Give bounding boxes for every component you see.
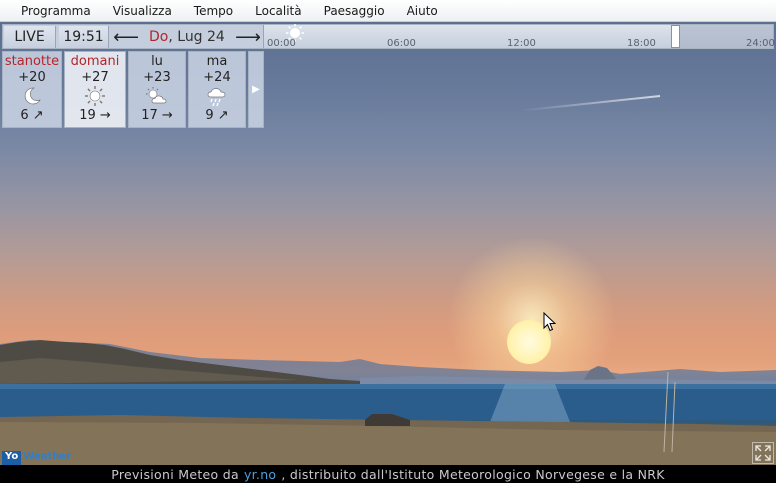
forecast-cell[interactable]: stanotte +20 6 ↗ [2, 51, 62, 128]
tick-label: 18:00 [627, 38, 656, 49]
tick-label: 00:00 [267, 38, 296, 49]
mouse-cursor-icon [543, 312, 557, 332]
moon-icon [3, 85, 61, 107]
forecast-cell[interactable]: lu +23 17 → [128, 51, 186, 128]
forecast-day: ma [206, 54, 228, 69]
slider-handle[interactable] [671, 25, 680, 48]
forecast-wind: 6 ↗ [20, 108, 44, 123]
forecast-wind: 17 → [141, 108, 173, 123]
date-text: , Lug 24 [168, 29, 225, 45]
forecast-temp: +27 [81, 70, 109, 85]
footer: Previsioni Meteo da yr.no , distribuito … [0, 465, 776, 483]
yoweather-logo[interactable]: Yo Weather [2, 451, 73, 465]
forecast-day: lu [151, 54, 163, 69]
footer-text: Previsioni Meteo da [111, 466, 239, 482]
timeline-slider[interactable]: 00:00 06:00 12:00 18:00 24:00 [263, 24, 775, 49]
menu-aiuto[interactable]: Aiuto [407, 4, 438, 18]
menu-localita[interactable]: Località [255, 4, 302, 18]
fullscreen-icon[interactable] [752, 442, 774, 464]
tick-label: 06:00 [387, 38, 416, 49]
menu-programma[interactable]: Programma [21, 4, 91, 18]
tick-label: 24:00 [746, 38, 775, 49]
menu-tempo[interactable]: Tempo [194, 4, 233, 18]
forecast-temp: +23 [143, 70, 171, 85]
sun-icon [65, 85, 125, 107]
live-button[interactable]: LIVE [4, 26, 56, 48]
forecast-strip: stanotte +20 6 ↗ domani +27 19 → lu +23 [2, 51, 264, 128]
arrow-left-icon[interactable]: ⟵ [113, 26, 139, 48]
footer-text-tail: , distribuito dall'Istituto Meteorologic… [281, 466, 665, 482]
menu-bar: Programma Visualizza Tempo Località Paes… [0, 0, 776, 22]
forecast-temp: +24 [203, 70, 231, 85]
forecast-wind: 9 ↗ [205, 108, 229, 123]
date-display: Do , Lug 24 [149, 26, 231, 48]
forecast-temp: +20 [18, 70, 46, 85]
play-icon[interactable]: ▶ [248, 51, 264, 128]
forecast-day: domani [70, 54, 120, 69]
yr-link[interactable]: yr.no [244, 467, 276, 482]
forecast-cell[interactable]: domani +27 19 → [64, 51, 126, 128]
current-time[interactable]: 19:51 [59, 26, 109, 48]
forecast-cell[interactable]: ma +24 9 ↗ [188, 51, 246, 128]
menu-visualizza[interactable]: Visualizza [113, 4, 172, 18]
forecast-day: stanotte [4, 54, 60, 69]
sun-cloud-icon [129, 85, 185, 107]
menu-paesaggio[interactable]: Paesaggio [324, 4, 385, 18]
time-toolbar: LIVE 19:51 ⟵ Do , Lug 24 ⟶ 00:00 06:00 1… [2, 24, 775, 49]
day-of-week: Do [149, 29, 169, 45]
forecast-wind: 19 → [79, 108, 111, 123]
rain-icon [189, 85, 245, 107]
tick-label: 12:00 [507, 38, 536, 49]
arrow-right-icon[interactable]: ⟶ [235, 26, 261, 48]
